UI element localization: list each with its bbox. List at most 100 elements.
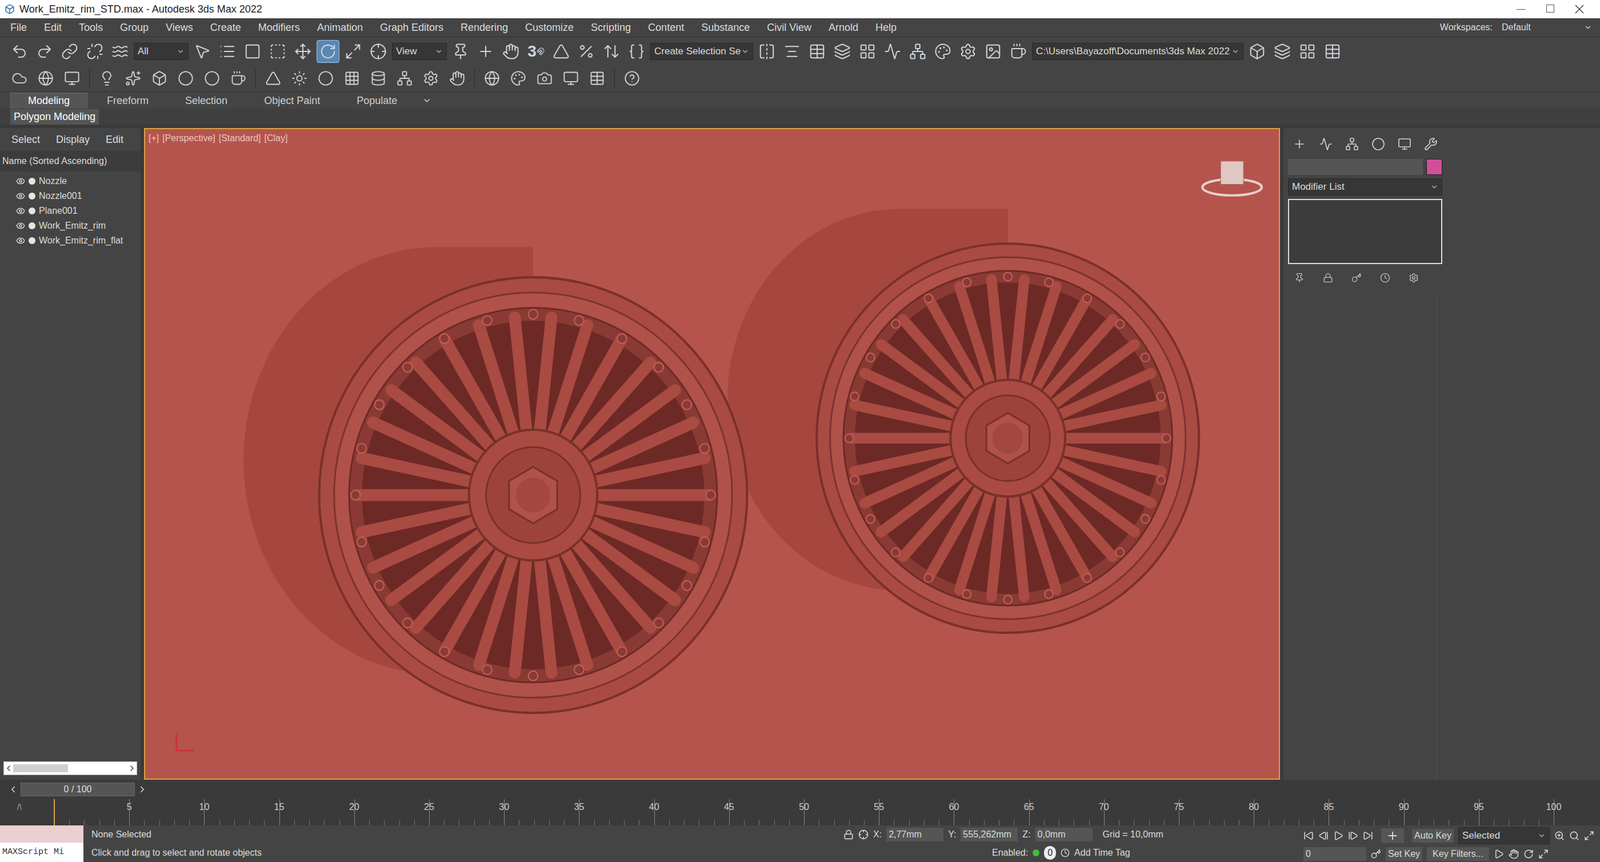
schematic-view-icon[interactable] (906, 40, 930, 63)
rendered-frame-icon[interactable] (981, 40, 1005, 63)
menu-item[interactable]: Help (875, 20, 897, 36)
ribbon-tab[interactable]: Populate (339, 92, 415, 109)
key-mode-dropdown[interactable]: Selected (1458, 826, 1550, 844)
camera-icon[interactable] (533, 66, 556, 90)
geosphere-icon[interactable] (200, 66, 224, 90)
track-bar[interactable]: /\51015202530354045505560657075808590951… (0, 798, 1600, 826)
layer-explorer-icon[interactable] (830, 40, 854, 63)
explorer-row[interactable]: Plane001 (0, 203, 141, 219)
maxscript-listener[interactable]: MAXScript Mi (0, 842, 84, 862)
menu-item[interactable]: Rendering (460, 20, 508, 36)
hand-icon[interactable] (445, 66, 469, 90)
object-name-field[interactable] (1288, 158, 1423, 175)
keyboard-shortcut-icon[interactable] (499, 40, 523, 63)
civil-view-icon[interactable] (8, 66, 31, 90)
arnold-render-icon[interactable] (60, 66, 84, 90)
maxscript-output[interactable] (0, 825, 84, 843)
viewport-label[interactable]: [Perspective] (162, 131, 215, 146)
wheel-rim[interactable] (243, 246, 747, 713)
material-editor-icon[interactable] (931, 40, 955, 63)
manipulate-icon[interactable] (474, 40, 498, 63)
stack-tool-icon[interactable] (1402, 266, 1426, 290)
globe-icon[interactable] (480, 66, 504, 90)
redo-icon[interactable] (33, 40, 56, 63)
menu-item[interactable]: Create (210, 20, 242, 36)
set-key-button[interactable]: Set Key (1385, 846, 1423, 861)
enabled-count[interactable]: 0 (1044, 845, 1056, 860)
viewport-label[interactable]: [+] (148, 131, 159, 146)
window-crossing-icon[interactable] (266, 40, 290, 63)
select-icon[interactable] (190, 40, 214, 63)
modifier-list-dropdown[interactable]: Modifier List (1288, 178, 1443, 196)
hierarchy-tab-icon[interactable] (1340, 132, 1364, 156)
angle-snap-icon[interactable] (549, 40, 573, 63)
project-path-dropdown[interactable]: C:\Users\Bayazoff\Documents\3ds Max 2022 (1032, 42, 1244, 60)
move-icon[interactable] (291, 40, 315, 63)
explorer-menu[interactable]: Edit (105, 132, 124, 148)
menu-item[interactable]: File (10, 20, 27, 36)
checker-icon[interactable] (340, 66, 364, 90)
link-icon[interactable] (58, 40, 82, 63)
ribbon-tab[interactable]: Modeling (10, 92, 88, 109)
named-sets-icon[interactable] (625, 40, 648, 63)
arnold-icon[interactable] (34, 66, 58, 90)
menu-item[interactable]: Views (165, 20, 194, 36)
key-filters-button[interactable]: Key Filters... (1426, 846, 1490, 861)
scene-explorer-icon[interactable] (805, 40, 829, 63)
percent-snap-icon[interactable] (574, 40, 598, 63)
render-icon[interactable] (1006, 40, 1030, 63)
align-icon[interactable] (780, 40, 804, 63)
menu-item[interactable]: Animation (317, 20, 363, 36)
modify-tab-icon[interactable] (1314, 132, 1338, 156)
particles-icon[interactable] (121, 66, 145, 90)
minimize-button[interactable] (1516, 9, 1526, 10)
unlink-icon[interactable] (83, 40, 107, 63)
object-color-swatch[interactable] (1426, 158, 1443, 175)
workspace-3-icon[interactable] (1296, 40, 1319, 63)
cylinder-icon[interactable] (366, 66, 390, 90)
table-icon[interactable] (585, 66, 609, 90)
modifier-stack[interactable] (1288, 198, 1443, 264)
explorer-scrollbar[interactable] (3, 761, 138, 775)
rect-region-icon[interactable] (241, 40, 264, 63)
menu-item[interactable]: Edit (44, 20, 62, 36)
auto-key-button[interactable]: Auto Key (1412, 828, 1454, 843)
teapot-icon[interactable] (226, 66, 250, 90)
curve-editor-icon[interactable] (881, 40, 904, 63)
skydome-icon[interactable] (314, 66, 338, 90)
explorer-row[interactable]: Nozzle001 (0, 188, 141, 204)
ribbon-icon[interactable] (856, 40, 879, 63)
ribbon-tab[interactable]: Freeform (89, 92, 166, 109)
light-icon[interactable] (95, 66, 119, 90)
menu-item[interactable]: Arnold (828, 20, 859, 36)
display-tab-icon[interactable] (1393, 132, 1416, 156)
selection-filter-dropdown[interactable]: All (133, 42, 189, 60)
reference-coord-dropdown[interactable]: View (392, 42, 447, 60)
stack-tool-icon[interactable] (1316, 266, 1340, 290)
select-by-name-icon[interactable] (216, 40, 239, 63)
explorer-menu[interactable]: Select (11, 132, 40, 148)
menu-item[interactable]: Modifiers (258, 20, 300, 36)
wheel-rim[interactable] (727, 208, 1199, 633)
create-tab-icon[interactable] (1288, 132, 1311, 156)
explorer-row[interactable]: Work_Emitz_rim (0, 218, 141, 234)
workspace-1-icon[interactable] (1245, 40, 1269, 63)
viewer-icon[interactable] (559, 66, 583, 90)
menu-item[interactable]: Customize (525, 20, 574, 36)
stack-tool-icon[interactable] (1288, 266, 1311, 290)
set-key-big-button[interactable] (1381, 828, 1404, 843)
sun-icon[interactable] (288, 66, 311, 90)
viewport-label[interactable]: [Standard] (218, 131, 262, 146)
z-field[interactable]: 0,0mm (1035, 827, 1093, 842)
stack-tool-icon[interactable] (1345, 266, 1368, 290)
scale-icon[interactable] (341, 40, 365, 63)
viewcube-icon[interactable] (1202, 161, 1262, 196)
cone-icon[interactable] (261, 66, 285, 90)
bind-space-warp-icon[interactable] (108, 40, 132, 63)
palette-icon[interactable] (506, 66, 530, 90)
snaps-toggle[interactable]: 3 (524, 40, 548, 63)
x-field[interactable]: 2,77mm (886, 827, 944, 842)
placement-icon[interactable] (366, 40, 390, 63)
named-selection-dropdown[interactable]: Create Selection Se (650, 42, 754, 60)
explorer-header[interactable]: Name (Sorted Ascending) (0, 150, 141, 172)
